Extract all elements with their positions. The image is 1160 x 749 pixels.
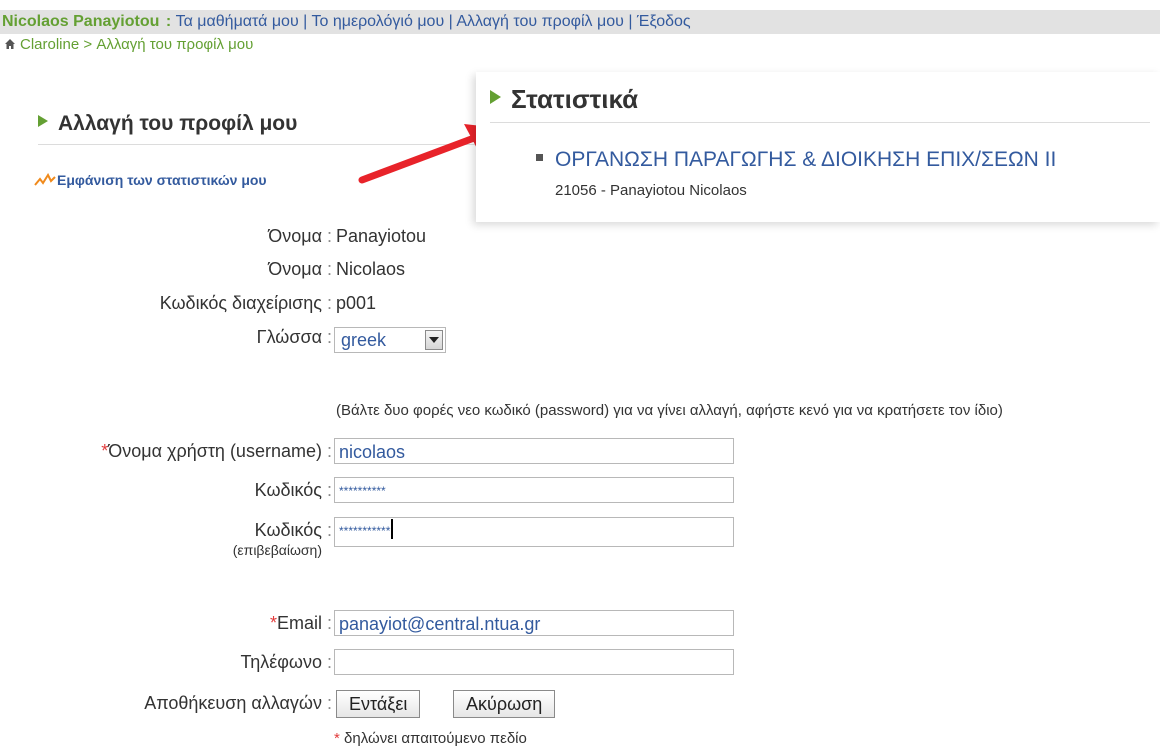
statistics-chart-icon: [34, 172, 56, 186]
language-select[interactable]: greek: [334, 327, 446, 353]
field-colon: :: [321, 293, 332, 313]
firstname-value: Nicolaos: [336, 259, 406, 279]
required-footnote-text: δηλώνει απαιτούμενο πεδίο: [344, 730, 527, 747]
page-title-text: Αλλαγή του προφίλ μου: [58, 112, 298, 135]
email-label: Email: [276, 613, 322, 633]
cancel-button[interactable]: Ακύρωση: [453, 690, 556, 718]
lastname-label: Όνομα: [268, 226, 322, 246]
text-caret: [391, 519, 394, 539]
password-confirm-label: Κωδικός: [254, 520, 322, 540]
chevron-down-icon: [429, 337, 439, 343]
field-colon: :: [321, 480, 332, 500]
password-confirm-input[interactable]: ***********: [334, 517, 734, 547]
field-colon: :: [321, 226, 332, 246]
password-confirm-masked-value: ***********: [339, 524, 391, 538]
admin-code-label: Κωδικός διαχείρισης: [159, 293, 322, 313]
nav-link-my-calendar[interactable]: Το ημερολόγιό μου: [311, 13, 444, 30]
lastname-row: Όνομα : Panayiotou: [0, 222, 800, 250]
firstname-label: Όνομα: [268, 259, 322, 279]
lastname-value: Panayiotou: [336, 226, 427, 246]
home-icon: [5, 39, 15, 49]
phone-input[interactable]: [334, 649, 734, 675]
username-input[interactable]: nicolaos: [334, 438, 734, 464]
green-triangle-icon: [490, 90, 501, 104]
breadcrumb-home-link[interactable]: Claroline: [20, 36, 79, 53]
user-colon: :: [161, 13, 176, 30]
field-colon: :: [321, 259, 332, 279]
square-bullet-icon: [536, 154, 543, 161]
language-label: Γλώσσα: [256, 327, 322, 347]
email-input[interactable]: panayiot@central.ntua.gr: [334, 610, 734, 636]
breadcrumb-current[interactable]: Αλλαγή του προφίλ μου: [96, 36, 253, 53]
course-title[interactable]: ΟΡΓΑΝΩΣΗ ΠΑΡΑΓΩΓΗΣ & ΔΙΟΙΚΗΣΗ ΕΠΙΧ/ΣΕΩΝ …: [555, 148, 1056, 171]
admin-code-row: Κωδικός διαχείρισης : p001: [0, 289, 800, 317]
phone-label: Τηλέφωνο: [240, 652, 322, 672]
password-label: Κωδικός: [254, 480, 322, 500]
password-masked-value: **********: [339, 484, 386, 498]
show-statistics-link[interactable]: Εμφάνιση των στατιστικών μου: [34, 172, 267, 188]
firstname-row: Όνομα : Nicolaos: [0, 255, 800, 283]
field-colon: :: [321, 652, 332, 672]
dropdown-button[interactable]: [425, 330, 443, 350]
admin-code-value: p001: [336, 293, 377, 313]
green-triangle-icon: [38, 115, 48, 127]
required-footnote: * δηλώνει απαιτούμενο πεδίο: [334, 730, 527, 747]
save-changes-label: Αποθήκευση αλλαγών: [144, 693, 322, 713]
course-item[interactable]: ΟΡΓΑΝΩΣΗ ΠΑΡΑΓΩΓΗΣ & ΔΙΟΙΚΗΣΗ ΕΠΙΧ/ΣΕΩΝ …: [536, 148, 1056, 172]
language-selected-value: greek: [341, 330, 387, 350]
breadcrumb: Claroline > Αλλαγή του προφίλ μου: [0, 34, 1160, 56]
top-navigation-bar: Nicolaos Panayiotou : Τα μαθήματά μου | …: [0, 10, 1160, 34]
nav-separator: |: [298, 13, 312, 30]
password-input[interactable]: **********: [334, 477, 734, 503]
breadcrumb-separator: >: [79, 36, 97, 53]
username-label: Όνομα χρήστη (username): [108, 441, 322, 461]
nav-link-logout[interactable]: Έξοδος: [637, 13, 691, 30]
course-code: 21056 - Panayiotou Nicolaos: [555, 182, 747, 199]
field-colon: :: [321, 327, 332, 347]
required-asterisk: *: [334, 730, 340, 747]
show-statistics-label: Εμφάνιση των στατιστικών μου: [57, 172, 267, 188]
field-colon: :: [321, 613, 332, 633]
nav-link-edit-profile[interactable]: Αλλαγή του προφίλ μου: [456, 13, 624, 30]
field-colon: :: [321, 441, 332, 461]
statistics-title: Στατιστικά: [490, 82, 1150, 123]
password-hint: (Βάλτε δυο φορές νεο κωδικό (password) γ…: [336, 402, 1003, 419]
statistics-title-text: Στατιστικά: [511, 84, 639, 114]
ok-button[interactable]: Εντάξει: [336, 690, 421, 718]
field-colon: :: [321, 693, 332, 713]
required-asterisk: *: [269, 613, 277, 633]
statistics-popup: Στατιστικά ΟΡΓΑΝΩΣΗ ΠΑΡΑΓΩΓΗΣ & ΔΙΟΙΚΗΣΗ…: [476, 72, 1160, 222]
password-confirm-sublabel: (επιβεβαίωση): [232, 542, 322, 558]
field-colon: :: [321, 520, 332, 540]
current-user-name: Nicolaos Panayiotou: [2, 13, 160, 30]
nav-separator: |: [444, 13, 457, 30]
nav-link-my-courses[interactable]: Τα μαθήματά μου: [176, 13, 299, 30]
nav-separator: |: [623, 13, 637, 30]
